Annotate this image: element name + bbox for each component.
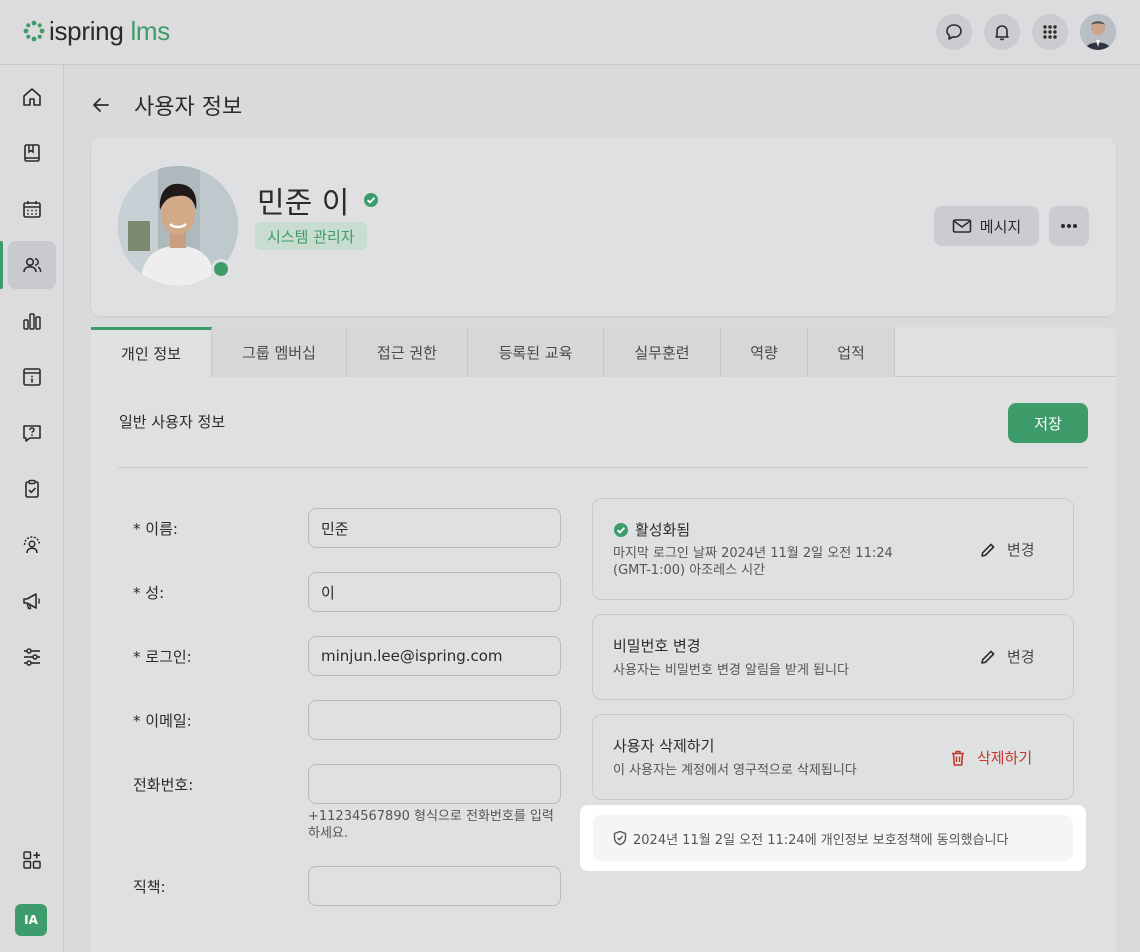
user-avatar[interactable] xyxy=(1080,14,1116,50)
tab-achievements[interactable]: 업적 xyxy=(808,327,895,377)
trash-icon xyxy=(952,750,964,766)
back-arrow-icon[interactable] xyxy=(90,94,112,116)
verified-check-icon xyxy=(364,193,379,207)
online-status-dot xyxy=(211,259,231,279)
delete-user-label: 삭제하기 xyxy=(977,749,1033,767)
bell-icon[interactable] xyxy=(984,14,1020,50)
delete-user-button[interactable]: 삭제하기 xyxy=(949,747,1032,768)
pencil-icon xyxy=(981,543,995,557)
first-name-input[interactable]: 민준 xyxy=(308,508,561,548)
password-desc: 사용자는 비밀번호 변경 알림을 받게 됩니다 xyxy=(613,663,849,678)
clipboard-check-icon[interactable] xyxy=(8,465,56,513)
settings-sliders-icon[interactable] xyxy=(8,633,56,681)
password-title: 비밀번호 변경 xyxy=(613,637,701,655)
privacy-consent-text: 2024년 11월 2일 오전 11:24에 개인정보 보호정책에 동의했습니다 xyxy=(633,832,1009,848)
tab-group-membership[interactable]: 그룹 멤버십 xyxy=(212,327,347,377)
apps-grid-icon[interactable] xyxy=(1032,14,1068,50)
privacy-consent-box: 2024년 11월 2일 오전 11:24에 개인정보 보호정책에 동의했습니다 xyxy=(593,815,1073,861)
active-indicator xyxy=(0,241,3,289)
privacy-consent-panel: 2024년 11월 2일 오전 11:24에 개인정보 보호정책에 동의했습니다 xyxy=(580,805,1086,871)
shield-check-icon xyxy=(613,830,627,846)
email-label: * 이메일: xyxy=(133,712,192,730)
tab-enrolled-training[interactable]: 등록된 교육 xyxy=(468,327,604,377)
logo-icon xyxy=(23,20,45,42)
megaphone-icon[interactable] xyxy=(8,577,56,625)
delete-user-panel: 사용자 삭제하기 이 사용자는 계정에서 영구적으로 삭제됩니다 삭제하기 xyxy=(592,714,1074,800)
tab-personal-info[interactable]: 개인 정보 xyxy=(91,327,212,377)
trainer-icon[interactable] xyxy=(8,521,56,569)
profile-name-text: 민준 이 xyxy=(257,186,350,221)
login-label: * 로그인: xyxy=(133,648,192,666)
book-icon[interactable] xyxy=(8,129,56,177)
first-name-label: * 이름: xyxy=(133,520,178,538)
profile-card: 민준 이 시스템 관리자 메시지 xyxy=(91,138,1116,316)
last-login-text: 마지막 로그인 날짜 2024년 11월 2일 오전 11:24 (GMT-1:… xyxy=(613,546,893,578)
message-button[interactable]: 메시지 xyxy=(934,206,1039,246)
active-status-text: 활성화됨 xyxy=(635,521,691,539)
info-panel-icon[interactable] xyxy=(8,353,56,401)
active-status-title: 활성화됨 xyxy=(613,519,690,540)
tab-competencies[interactable]: 역량 xyxy=(721,327,808,377)
divider xyxy=(118,467,1088,468)
calendar-icon[interactable] xyxy=(8,185,56,233)
job-title-input[interactable] xyxy=(308,866,561,906)
profile-name: 민준 이 xyxy=(257,178,379,222)
tab-on-the-job-training[interactable]: 실무훈련 xyxy=(604,327,721,377)
user-initials-badge[interactable]: IA xyxy=(15,904,47,936)
email-input[interactable] xyxy=(308,700,561,740)
active-status-panel: 활성화됨 마지막 로그인 날짜 2024년 11월 2일 오전 11:24 (G… xyxy=(592,498,1074,600)
job-title-label: 직책: xyxy=(133,878,166,896)
content-card: 개인 정보 그룹 멤버십 접근 권한 등록된 교육 실무훈련 역량 업적 일반 … xyxy=(91,327,1116,952)
add-widget-icon[interactable] xyxy=(8,836,56,884)
logo-text: ispring lms xyxy=(49,15,170,46)
change-status-button[interactable]: 변경 xyxy=(979,539,1035,560)
page-header: 사용자 정보 xyxy=(90,88,242,122)
users-icon[interactable] xyxy=(8,241,56,289)
save-button[interactable]: 저장 xyxy=(1008,403,1088,443)
change-password-label: 변경 xyxy=(1007,648,1035,666)
phone-input[interactable] xyxy=(308,764,561,804)
delete-user-desc: 이 사용자는 계정에서 영구적으로 삭제됩니다 xyxy=(613,763,857,778)
role-badge: 시스템 관리자 xyxy=(255,222,367,250)
change-password-button[interactable]: 변경 xyxy=(979,646,1035,667)
tab-bar: 개인 정보 그룹 멤버십 접근 권한 등록된 교육 실무훈련 역량 업적 xyxy=(91,327,1116,377)
login-input[interactable]: minjun.lee@ispring.com xyxy=(308,636,561,676)
chart-icon[interactable] xyxy=(8,297,56,345)
ispring-logo[interactable]: ispring lms xyxy=(23,15,170,47)
password-panel: 비밀번호 변경 사용자는 비밀번호 변경 알림을 받게 됩니다 변경 xyxy=(592,614,1074,700)
chat-icon[interactable] xyxy=(936,14,972,50)
page-title: 사용자 정보 xyxy=(134,95,243,120)
last-name-label: * 성: xyxy=(133,584,165,602)
top-bar: ispring lms xyxy=(0,0,1140,65)
tab-access-rights[interactable]: 접근 권한 xyxy=(347,327,468,377)
sidebar: IA xyxy=(0,65,64,952)
pencil-icon xyxy=(981,650,995,664)
more-dots-icon xyxy=(1061,224,1077,228)
change-status-label: 변경 xyxy=(1007,541,1035,559)
section-title: 일반 사용자 정보 xyxy=(119,413,226,431)
help-icon[interactable] xyxy=(8,409,56,457)
home-icon[interactable] xyxy=(8,73,56,121)
delete-user-title: 사용자 삭제하기 xyxy=(613,737,715,755)
message-button-label: 메시지 xyxy=(979,217,1022,236)
last-name-input[interactable]: 이 xyxy=(308,572,561,612)
more-options-button[interactable] xyxy=(1049,206,1089,246)
check-circle-icon xyxy=(614,522,628,537)
phone-label: 전화번호: xyxy=(133,776,194,794)
phone-hint: +11234567890 형식으로 전화번호를 입력하세요. xyxy=(308,809,554,841)
envelope-icon xyxy=(952,219,972,233)
